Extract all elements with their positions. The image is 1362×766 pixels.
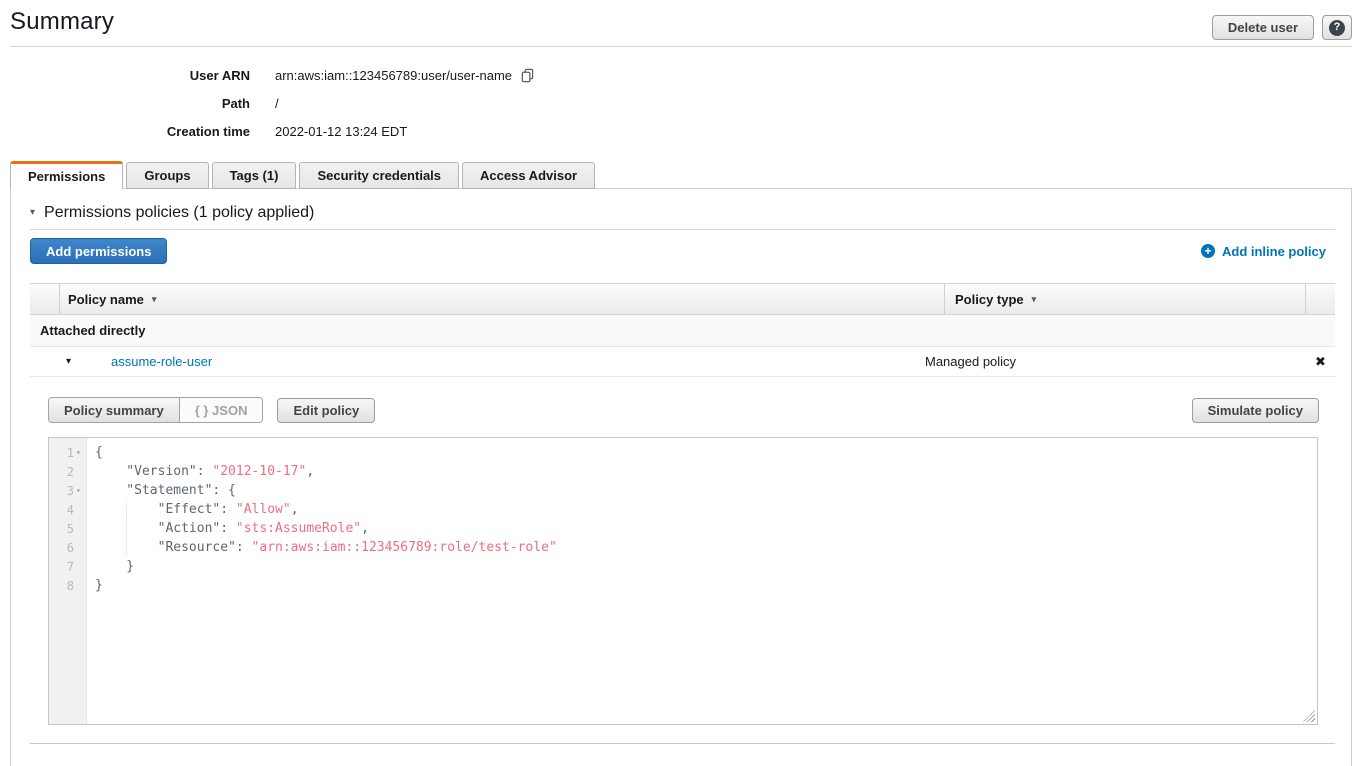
view-toggle-group: Policy summary { } JSON bbox=[48, 397, 263, 423]
detail-label: Creation time bbox=[10, 124, 250, 139]
code-line: 2 "Version": "2012-10-17", bbox=[49, 462, 1317, 481]
detail-row-path: Path / bbox=[10, 89, 535, 117]
code-line: 6 "Resource": "arn:aws:iam::123456789:ro… bbox=[49, 538, 1317, 557]
code-line: 3▾ "Statement": { bbox=[49, 481, 1317, 500]
page-title: Summary bbox=[10, 8, 1352, 36]
sort-caret-icon: ▾ bbox=[152, 294, 157, 305]
policy-type-cell: Managed policy bbox=[915, 354, 1306, 369]
user-arn-value: arn:aws:iam::123456789:user/user-name bbox=[275, 68, 512, 83]
code-editor-lines: 1▾{2 "Version": "2012-10-17",3▾ "Stateme… bbox=[49, 438, 1317, 595]
policy-table: Policy name ▾ Policy type ▾ Attached dir… bbox=[30, 283, 1335, 744]
detail-label: User ARN bbox=[10, 68, 250, 83]
header-buttons: Delete user ? bbox=[1212, 15, 1352, 40]
tab-bar: Permissions Groups Tags (1) Security cre… bbox=[10, 161, 598, 189]
code-line: 5 "Action": "sts:AssumeRole", bbox=[49, 519, 1317, 538]
row-expand-caret-icon[interactable]: ▾ bbox=[66, 356, 78, 367]
policy-json-editor[interactable]: 1▾{2 "Version": "2012-10-17",3▾ "Stateme… bbox=[48, 437, 1318, 725]
sort-caret-icon: ▾ bbox=[1032, 294, 1037, 305]
section-title: Permissions policies (1 policy applied) bbox=[44, 204, 314, 222]
editor-resize-handle[interactable] bbox=[1303, 710, 1315, 722]
fold-caret-icon: ▾ bbox=[74, 486, 87, 495]
expand-column-header bbox=[30, 284, 60, 314]
tab-permissions[interactable]: Permissions bbox=[10, 161, 123, 189]
code-line: 1▾{ bbox=[49, 443, 1317, 462]
tab-tags[interactable]: Tags (1) bbox=[212, 162, 297, 189]
detail-label: Path bbox=[10, 96, 250, 111]
policy-detail-area: Policy summary { } JSON Edit policy Simu… bbox=[30, 377, 1335, 744]
column-header-policy-type[interactable]: Policy type ▾ bbox=[945, 284, 1306, 314]
detail-row-user-arn: User ARN arn:aws:iam::123456789:user/use… bbox=[10, 61, 535, 89]
policy-table-header: Policy name ▾ Policy type ▾ bbox=[30, 283, 1335, 315]
user-details: User ARN arn:aws:iam::123456789:user/use… bbox=[10, 61, 535, 145]
tab-groups[interactable]: Groups bbox=[126, 162, 208, 189]
group-row-attached-directly: Attached directly bbox=[30, 315, 1335, 347]
creation-time-value: 2022-01-12 13:24 EDT bbox=[275, 124, 407, 139]
fold-caret-icon: ▾ bbox=[74, 448, 87, 457]
code-line: 8} bbox=[49, 576, 1317, 595]
iam-user-summary-page: Summary Delete user ? User ARN arn:aws:i… bbox=[0, 0, 1362, 766]
tab-access-advisor[interactable]: Access Advisor bbox=[462, 162, 595, 189]
edit-policy-button[interactable]: Edit policy bbox=[277, 398, 375, 423]
permissions-policies-section-header: ▾ Permissions policies (1 policy applied… bbox=[30, 196, 1335, 230]
simulate-policy-button[interactable]: Simulate policy bbox=[1192, 398, 1319, 423]
help-button[interactable]: ? bbox=[1322, 15, 1352, 40]
delete-user-button[interactable]: Delete user bbox=[1212, 15, 1314, 40]
help-icon: ? bbox=[1329, 20, 1345, 36]
detail-row-creation-time: Creation time 2022-01-12 13:24 EDT bbox=[10, 117, 535, 145]
copy-icon[interactable] bbox=[520, 68, 535, 83]
page-header: Summary Delete user ? bbox=[10, 0, 1352, 47]
permissions-toolbar: Add permissions + Add inline policy bbox=[30, 236, 1326, 266]
policy-name-link[interactable]: assume-role-user bbox=[111, 354, 212, 369]
add-permissions-button[interactable]: Add permissions bbox=[30, 238, 167, 264]
table-row-policy: ▾ assume-role-user Managed policy ✖ bbox=[30, 347, 1335, 377]
policy-summary-button[interactable]: Policy summary bbox=[49, 398, 180, 422]
plus-circle-icon: + bbox=[1201, 244, 1215, 258]
permissions-tab-panel: ▾ Permissions policies (1 policy applied… bbox=[10, 188, 1352, 766]
code-line: 7 } bbox=[49, 557, 1317, 576]
action-column-header bbox=[1306, 284, 1335, 314]
tab-security-credentials[interactable]: Security credentials bbox=[299, 162, 459, 189]
detach-policy-icon[interactable]: ✖ bbox=[1315, 355, 1326, 368]
code-line: 4 "Effect": "Allow", bbox=[49, 500, 1317, 519]
json-view-button[interactable]: { } JSON bbox=[180, 398, 263, 422]
policy-detail-toolbar: Policy summary { } JSON Edit policy Simu… bbox=[48, 397, 1319, 423]
section-collapse-icon[interactable]: ▾ bbox=[30, 207, 35, 218]
path-value: / bbox=[275, 96, 279, 111]
add-inline-policy-link[interactable]: + Add inline policy bbox=[1201, 244, 1326, 259]
column-header-policy-name[interactable]: Policy name ▾ bbox=[60, 284, 945, 314]
